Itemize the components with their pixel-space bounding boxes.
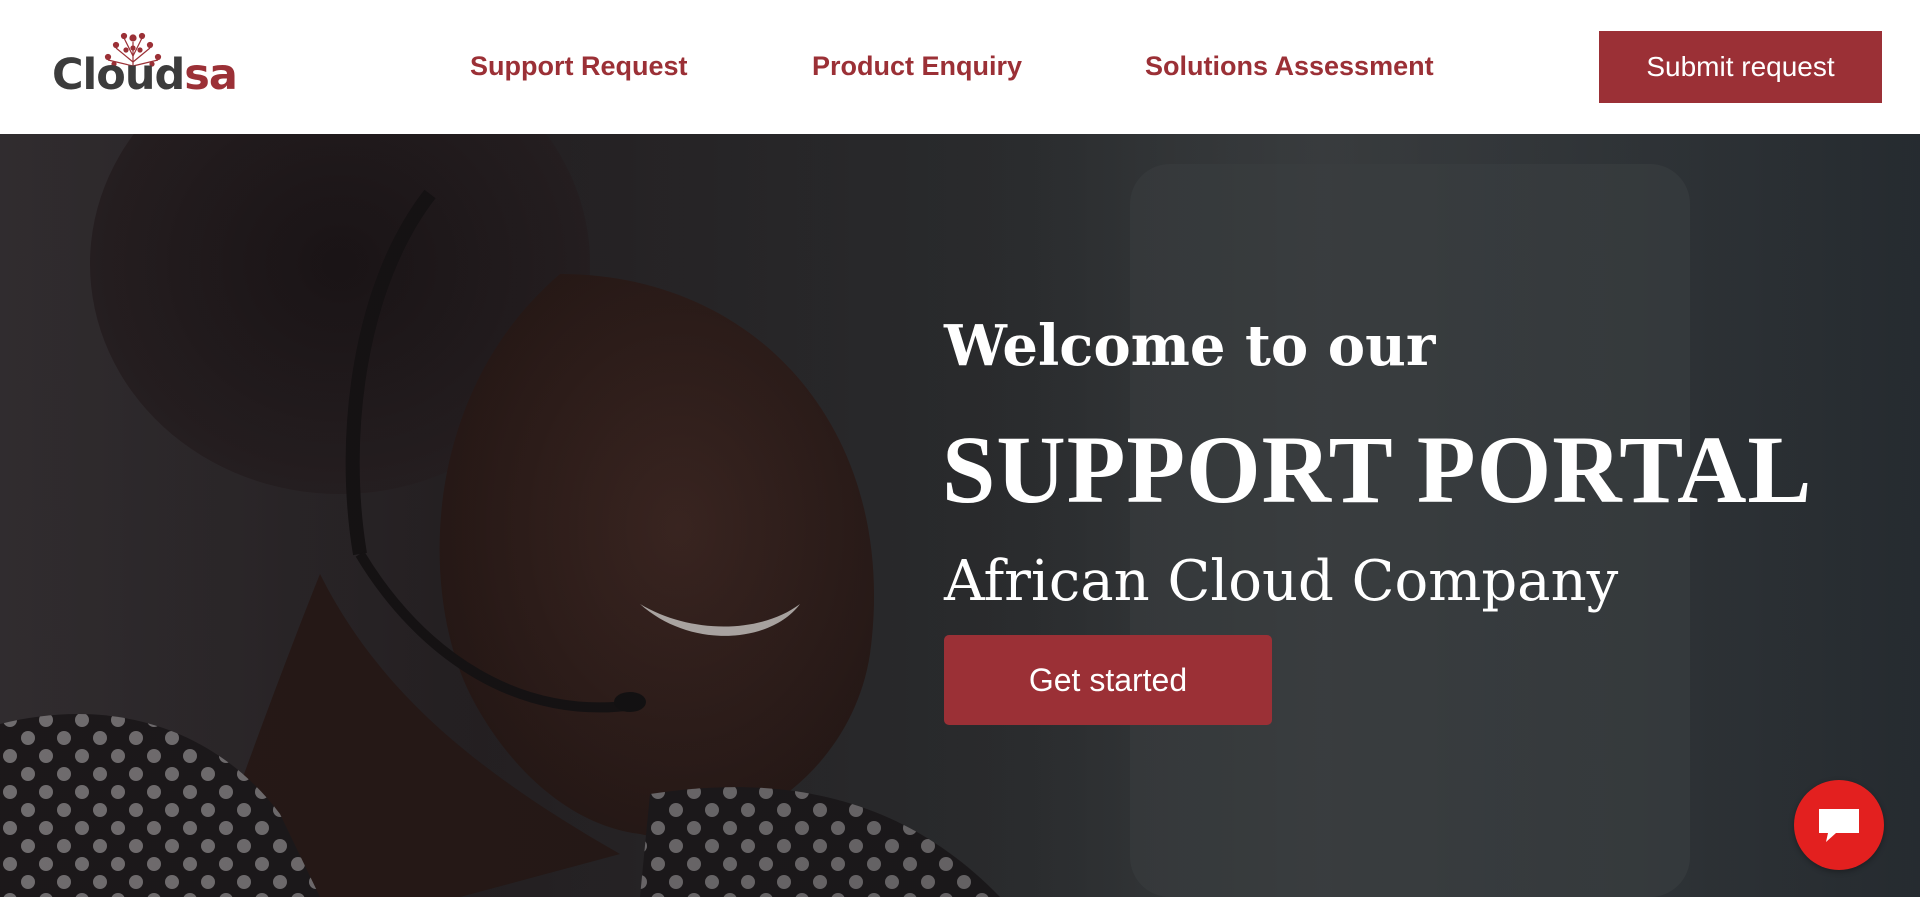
logo-text-cloud: Cloud bbox=[52, 50, 185, 100]
get-started-button[interactable]: Get started bbox=[944, 635, 1272, 725]
site-header: Cloudsa Support Request Product Enquiry … bbox=[0, 0, 1920, 134]
submit-request-button[interactable]: Submit request bbox=[1599, 31, 1882, 103]
hero-subtitle: African Cloud Company bbox=[944, 549, 1619, 614]
chat-bubble-icon bbox=[1819, 809, 1859, 842]
chat-widget-button[interactable] bbox=[1794, 780, 1884, 870]
hero-title: SUPPORT PORTAL bbox=[942, 416, 1813, 523]
cloudsa-logo[interactable]: Cloudsa bbox=[52, 32, 238, 102]
nav-support-request[interactable]: Support Request bbox=[470, 48, 688, 84]
hero-section: Welcome to our SUPPORT PORTAL African Cl… bbox=[0, 134, 1920, 897]
hero-welcome-text: Welcome to our bbox=[944, 313, 1436, 379]
nav-product-enquiry[interactable]: Product Enquiry bbox=[812, 48, 1022, 84]
logo-text: Cloudsa bbox=[52, 54, 238, 97]
logo-text-sa: sa bbox=[184, 50, 238, 100]
nav-solutions-assessment[interactable]: Solutions Assessment bbox=[1145, 48, 1434, 84]
